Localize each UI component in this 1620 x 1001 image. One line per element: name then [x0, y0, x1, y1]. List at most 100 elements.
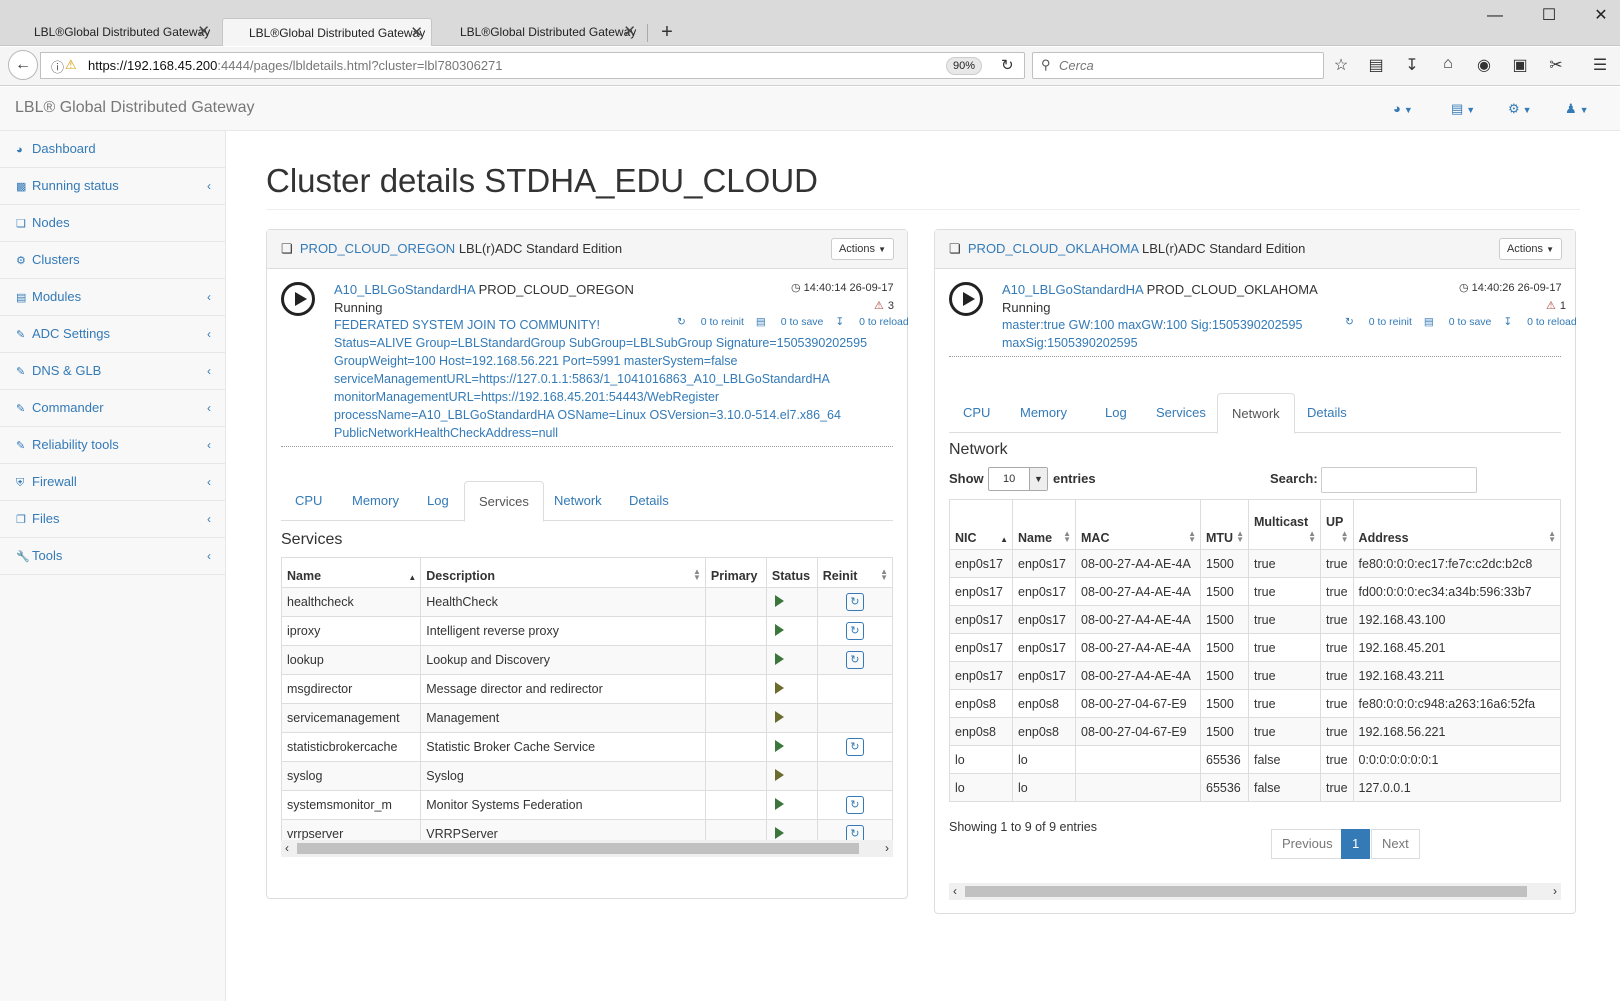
col-mtu-header[interactable]: MTU ▲ ▼: [1200, 499, 1249, 550]
sidebar-item-reliability-tools[interactable]: ✎ Reliability tools ‹: [0, 427, 225, 464]
settings-gear-icon[interactable]: ⚙ ▼: [1508, 101, 1532, 117]
scroll-right-icon[interactable]: ›: [885, 840, 889, 857]
reinit-refresh-icon[interactable]: ↻: [845, 593, 864, 611]
tab-memory[interactable]: Memory: [1006, 393, 1081, 433]
reload-icon[interactable]: ↻: [1001, 56, 1014, 74]
panel-cluster-link[interactable]: PROD_CLOUD_OREGON: [300, 241, 455, 256]
col-name-header[interactable]: Name ▲ ▼: [1012, 499, 1076, 550]
close-tab-icon[interactable]: ✕: [197, 18, 210, 46]
sidebar-item-files[interactable]: ❐ Files ‹: [0, 501, 225, 538]
horizontal-scrollbar[interactable]: ‹ ›: [949, 883, 1561, 900]
reinit-refresh-icon[interactable]: ↻: [845, 738, 864, 756]
scroll-right-icon[interactable]: ›: [1553, 883, 1557, 900]
maximize-icon[interactable]: ☐: [1534, 4, 1564, 28]
col-address-header[interactable]: Address ▲ ▼: [1352, 499, 1562, 550]
tab-cpu[interactable]: CPU: [949, 393, 1004, 433]
sidebar-item-clusters[interactable]: ⚙ Clusters: [0, 242, 225, 279]
tab-cpu[interactable]: CPU: [281, 481, 336, 521]
tab-log[interactable]: Log: [1091, 393, 1141, 433]
node-warnings[interactable]: ⚠ 3: [874, 299, 894, 312]
pocket-icon[interactable]: ◉: [1473, 55, 1495, 75]
node-link[interactable]: A10_LBLGoStandardHA: [1002, 282, 1143, 297]
tab-network[interactable]: Network: [1217, 393, 1295, 434]
col-status-header[interactable]: Status: [765, 557, 818, 588]
table-row: msgdirector Message director and redirect…: [280, 674, 894, 704]
panel-cluster-link[interactable]: PROD_CLOUD_OKLAHOMA: [968, 241, 1139, 256]
screenshot-icon[interactable]: ✂: [1545, 55, 1567, 75]
sidebar-item-firewall[interactable]: ⛨ Firewall ‹: [0, 464, 225, 501]
node-warnings[interactable]: ⚠ 1: [1546, 299, 1566, 312]
col-reinit-header[interactable]: Reinit ▲ ▼: [816, 557, 894, 588]
user-icon[interactable]: ♟ ▼: [1565, 101, 1589, 117]
sidebar-item-commander[interactable]: ✎ Commander ‹: [0, 390, 225, 427]
page-1-button[interactable]: 1: [1341, 829, 1371, 859]
page-size-select[interactable]: 10 ▼: [988, 467, 1048, 491]
reinit-refresh-icon[interactable]: ↻: [845, 622, 864, 640]
tab-memory[interactable]: Memory: [338, 481, 413, 521]
col-description-header[interactable]: Description ▲ ▼: [420, 557, 706, 588]
col-mac-header[interactable]: MAC ▲ ▼: [1075, 499, 1201, 550]
tab-log[interactable]: Log: [413, 481, 463, 521]
tab-details[interactable]: Details: [615, 481, 683, 521]
browser-tab-1[interactable]: LBL®Global Distributed Gateway ✕: [8, 18, 218, 46]
sidebar-item-adc-settings[interactable]: ✎ ADC Settings ‹: [0, 316, 225, 353]
bookmarks-list-icon[interactable]: ▤: [1365, 55, 1387, 75]
extension-icon[interactable]: ▣: [1509, 55, 1531, 75]
tab-services[interactable]: Services: [1142, 393, 1220, 433]
save-link[interactable]: ▤ 0 to save: [1424, 316, 1491, 328]
back-arrow-icon[interactable]: ←: [8, 50, 38, 80]
zoom-indicator[interactable]: 90%: [946, 57, 983, 75]
browser-search-input[interactable]: ⚲ Cerca: [1032, 52, 1324, 79]
menu-icon[interactable]: ☰: [1589, 55, 1611, 75]
tab-services[interactable]: Services: [464, 481, 544, 522]
new-tab-button[interactable]: +: [655, 18, 679, 46]
close-window-icon[interactable]: ✕: [1586, 4, 1616, 28]
sidebar-item-modules[interactable]: ▤ Modules ‹: [0, 279, 225, 316]
url-text[interactable]: https://192.168.45.200:4444/pages/lbldet…: [88, 58, 503, 73]
sidebar-item-dns-glb[interactable]: ✎ DNS & GLB ‹: [0, 353, 225, 390]
sidebar-item-dashboard[interactable]: ◕ Dashboard: [0, 131, 225, 168]
home-icon[interactable]: ⌂: [1437, 55, 1459, 73]
save-menu-icon[interactable]: ▤ ▼: [1451, 101, 1475, 117]
info-icon[interactable]: ⓘ: [51, 57, 64, 76]
sidebar-item-running-status[interactable]: ▩ Running status ‹: [0, 168, 225, 205]
service-reinit: ↻: [816, 587, 894, 617]
reload-link[interactable]: ↧ 0 to reload: [1503, 316, 1576, 328]
url-bar[interactable]: ⓘ ⚠ https://192.168.45.200:4444/pages/lb…: [40, 52, 1025, 79]
reinit-link[interactable]: ↻ 0 to reinit: [1345, 316, 1412, 328]
scrollbar-thumb[interactable]: [965, 886, 1527, 897]
next-page-button[interactable]: Next: [1371, 829, 1420, 859]
sidebar-item-tools[interactable]: 🔧 Tools ‹: [0, 538, 225, 575]
tab-details[interactable]: Details: [1293, 393, 1361, 433]
tab-network[interactable]: Network: [540, 481, 616, 521]
previous-page-button[interactable]: Previous: [1271, 829, 1344, 859]
table-search-input[interactable]: [1321, 467, 1477, 493]
service-status: [765, 761, 818, 791]
actions-dropdown-button[interactable]: Actions ▼: [1498, 238, 1562, 260]
close-tab-icon[interactable]: ✕: [623, 18, 636, 46]
bookmark-star-icon[interactable]: ☆: [1330, 55, 1352, 75]
sidebar-item-nodes[interactable]: ❏ Nodes: [0, 205, 225, 242]
actions-dropdown-button[interactable]: Actions ▼: [830, 238, 894, 260]
reinit-refresh-icon[interactable]: ↻: [845, 796, 864, 814]
browser-tab-2[interactable]: LBL®Global Distributed Gateway ✕: [222, 18, 432, 46]
scrollbar-thumb[interactable]: [297, 843, 859, 854]
col-primary-header[interactable]: Primary: [704, 557, 767, 588]
scroll-left-icon[interactable]: ‹: [953, 883, 957, 900]
download-icon[interactable]: ↧: [1401, 55, 1423, 75]
col-multicast-header[interactable]: Multicast ▲ ▼: [1248, 499, 1321, 550]
reinit-refresh-icon[interactable]: ↻: [845, 651, 864, 669]
minimize-icon[interactable]: —: [1480, 4, 1510, 28]
node-link[interactable]: A10_LBLGoStandardHA: [334, 282, 475, 297]
scroll-left-icon[interactable]: ‹: [285, 840, 289, 857]
col-nic-header[interactable]: NIC ▲: [949, 499, 1013, 550]
close-tab-icon[interactable]: ✕: [410, 19, 423, 47]
horizontal-scrollbar[interactable]: ‹ ›: [281, 840, 893, 857]
col-name-header[interactable]: Name ▲: [280, 557, 422, 588]
col-up-header[interactable]: UP ▲ ▼: [1320, 499, 1354, 550]
app-brand[interactable]: LBL® Global Distributed Gateway: [15, 99, 254, 117]
edit-icon: ✎: [16, 329, 26, 341]
dashboard-menu-icon[interactable]: ◕ ▼: [1393, 101, 1413, 116]
browser-tab-3[interactable]: LBL®Global Distributed Gateway ✕: [434, 18, 644, 46]
lock-warning-icon[interactable]: ⚠: [65, 57, 77, 73]
